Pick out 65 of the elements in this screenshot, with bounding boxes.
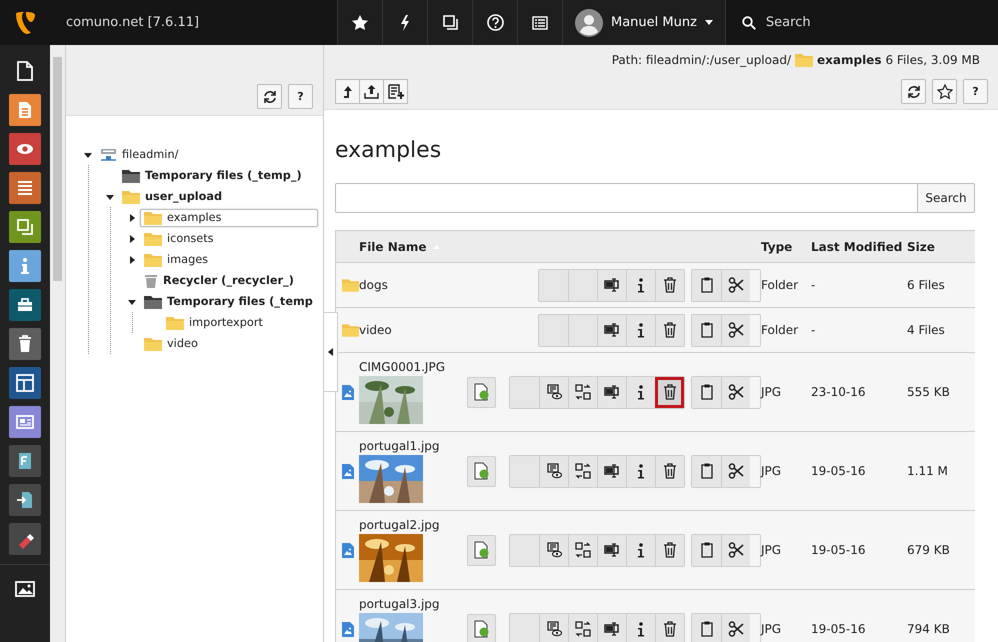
- user-name: Manuel Munz: [611, 15, 697, 30]
- path-text: Path: fileadmin/:/user_upload/: [612, 53, 791, 67]
- tree-label: Temporary files (_temp_): [145, 169, 302, 182]
- tree-label: user_upload: [145, 190, 222, 203]
- tree-label: importexport: [189, 316, 263, 329]
- tree-item[interactable]: examples: [140, 208, 318, 226]
- tree-label: Recycler (_recycler_): [163, 274, 294, 287]
- table-cell-text: Folder: [761, 278, 800, 292]
- column-header[interactable]: Type: [761, 240, 811, 254]
- table-row[interactable]: CIMG0001.JPG JPG 23-10-16 555 KB: [336, 353, 975, 432]
- table-row[interactable]: dogs Folder - 6 Files: [336, 263, 975, 308]
- table-row[interactable]: video Folder - 4 Files: [336, 308, 975, 353]
- tree-label: examples: [167, 211, 222, 224]
- file-name[interactable]: dogs: [359, 278, 467, 292]
- table-cell-text: 679 KB: [907, 543, 951, 557]
- table-cell-text: 23-10-16: [811, 385, 866, 399]
- file-name[interactable]: portugal2.jpg: [359, 518, 467, 532]
- table-row[interactable]: portugal1.jpg JPG 19-05-16 1.11 M: [336, 432, 975, 511]
- table-cell-text: 6 Files: [907, 278, 946, 292]
- table-cell-text: -: [811, 278, 816, 292]
- folder-info: 6 Files, 3.09 MB: [885, 53, 980, 67]
- tree-item[interactable]: Recycler (_recycler_): [140, 270, 298, 290]
- help-button[interactable]: ?: [288, 84, 313, 109]
- tree-item[interactable]: fileadmin/: [96, 146, 182, 164]
- table-cell-text: JPG: [761, 622, 782, 636]
- page-title: examples: [335, 138, 442, 163]
- folder-name: examples: [817, 53, 882, 67]
- table-cell-text: 1.11 M: [907, 464, 949, 478]
- tree-label: fileadmin/: [122, 148, 178, 161]
- file-name[interactable]: portugal1.jpg: [359, 439, 467, 453]
- table-row[interactable]: portugal3.jpg JPG 19-05-16 794 KB: [336, 590, 975, 642]
- tree-item[interactable]: video: [140, 334, 202, 352]
- help-button[interactable]: ?: [963, 79, 988, 104]
- table-cell-text: 794 KB: [907, 622, 951, 636]
- user-menu[interactable]: Manuel Munz: [563, 0, 726, 45]
- file-name[interactable]: video: [359, 323, 467, 337]
- column-header[interactable]: File Name: [359, 240, 427, 254]
- file-name[interactable]: CIMG0001.JPG: [359, 360, 467, 374]
- tree-label: iconsets: [167, 232, 214, 245]
- table-cell-text: JPG: [761, 543, 782, 557]
- tree-item[interactable]: Temporary files (_temp_): [118, 166, 306, 184]
- column-header[interactable]: Last Modified: [811, 240, 907, 254]
- table-cell-text: 4 Files: [907, 323, 946, 337]
- search-field[interactable]: Search: [764, 14, 918, 31]
- table-cell-text: Folder: [761, 323, 800, 337]
- search-button[interactable]: Search: [918, 183, 975, 213]
- table-cell-text: 19-05-16: [811, 464, 866, 478]
- table-cell-text: 19-05-16: [811, 622, 866, 636]
- table-cell-text: -: [811, 323, 816, 337]
- table-cell-text: JPG: [761, 464, 782, 478]
- tree-item[interactable]: images: [140, 250, 212, 268]
- file-name[interactable]: portugal3.jpg: [359, 597, 467, 611]
- table-cell-text: 19-05-16: [811, 543, 866, 557]
- tree-item[interactable]: iconsets: [140, 230, 218, 248]
- tree-item[interactable]: Temporary files (_temp: [140, 292, 317, 310]
- tree-item[interactable]: user_upload: [118, 188, 226, 206]
- tree-label: images: [167, 253, 208, 266]
- table-cell-text: 555 KB: [907, 385, 951, 399]
- tree-label: Temporary files (_temp: [167, 295, 313, 308]
- tree-label: video: [167, 337, 198, 350]
- table-row[interactable]: portugal2.jpg JPG 19-05-16 679 KB: [336, 511, 975, 590]
- tree-item[interactable]: importexport: [162, 314, 267, 332]
- column-header[interactable]: Size: [907, 240, 975, 254]
- site-title: comuno.net [7.6.11]: [66, 15, 200, 30]
- table-cell-text: JPG: [761, 385, 782, 399]
